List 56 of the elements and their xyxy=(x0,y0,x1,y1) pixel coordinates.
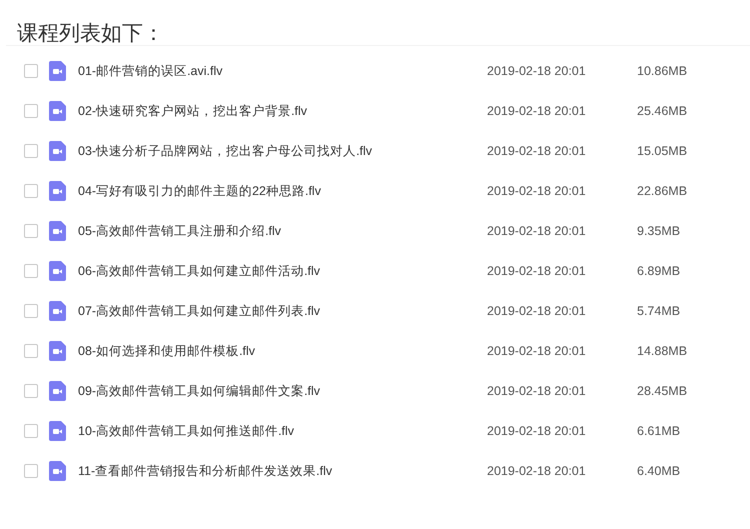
checkbox[interactable] xyxy=(24,64,38,78)
file-size: 6.61MB xyxy=(637,424,680,438)
modified-date: 2019-02-18 20:01 xyxy=(487,64,587,78)
file-name: 02-快速研究客户网站，挖出客户背景.flv xyxy=(78,102,308,120)
checkbox[interactable] xyxy=(24,344,38,358)
video-file-icon xyxy=(49,421,66,441)
video-file-icon xyxy=(49,341,66,361)
file-name: 01-邮件营销的误区.avi.flv xyxy=(78,62,224,80)
video-file-icon xyxy=(49,61,66,81)
video-file-icon xyxy=(49,301,66,321)
file-size: 10.86MB xyxy=(637,64,688,78)
modified-date: 2019-02-18 20:01 xyxy=(487,464,587,478)
video-file-icon xyxy=(49,101,66,121)
file-name: 11-查看邮件营销报告和分析邮件发送效果.flv xyxy=(78,462,334,480)
video-file-icon xyxy=(49,181,66,201)
checkbox[interactable] xyxy=(24,104,38,118)
checkbox[interactable] xyxy=(24,224,38,238)
file-size: 25.46MB xyxy=(637,104,688,118)
modified-date: 2019-02-18 20:01 xyxy=(487,104,587,118)
checkbox[interactable] xyxy=(24,304,38,318)
modified-date: 2019-02-18 20:01 xyxy=(487,304,587,318)
video-file-icon xyxy=(49,261,66,281)
modified-date: 2019-02-18 20:01 xyxy=(487,384,587,398)
page-heading: 课程列表如下： xyxy=(16,21,165,45)
file-name: 06-高效邮件营销工具如何建立邮件活动.flv xyxy=(78,262,322,280)
checkbox[interactable] xyxy=(24,384,38,398)
file-name: 04-写好有吸引力的邮件主题的22种思路.flv xyxy=(78,182,322,200)
video-file-icon xyxy=(49,141,66,161)
file-size: 9.35MB xyxy=(637,224,680,238)
file-name: 08-如何选择和使用邮件模板.flv xyxy=(78,342,256,360)
modified-date: 2019-02-18 20:01 xyxy=(487,144,587,158)
checkbox[interactable] xyxy=(24,264,38,278)
file-name: 10-高效邮件营销工具如何推送邮件.flv xyxy=(78,422,296,440)
checkbox[interactable] xyxy=(24,184,38,198)
checkbox[interactable] xyxy=(24,464,38,478)
file-size: 6.40MB xyxy=(637,464,680,478)
checkbox[interactable] xyxy=(24,424,38,438)
file-name: 05-高效邮件营销工具注册和介绍.flv xyxy=(78,222,282,240)
file-name: 07-高效邮件营销工具如何建立邮件列表.flv xyxy=(78,302,322,320)
file-size: 14.88MB xyxy=(637,344,688,358)
video-file-icon xyxy=(49,381,66,401)
modified-date: 2019-02-18 20:01 xyxy=(487,344,587,358)
file-name: 03-快速分析子品牌网站，挖出客户母公司找对人.flv xyxy=(78,142,374,160)
modified-date: 2019-02-18 20:01 xyxy=(487,424,587,438)
video-file-icon xyxy=(49,461,66,481)
file-size: 22.86MB xyxy=(637,184,688,198)
video-file-icon xyxy=(49,221,66,241)
checkbox[interactable] xyxy=(24,144,38,158)
modified-date: 2019-02-18 20:01 xyxy=(487,224,587,238)
file-name: 09-高效邮件营销工具如何编辑邮件文案.flv xyxy=(78,382,322,400)
file-size: 28.45MB xyxy=(637,384,688,398)
modified-date: 2019-02-18 20:01 xyxy=(487,264,587,278)
file-size: 15.05MB xyxy=(637,144,688,158)
file-size: 5.74MB xyxy=(637,304,680,318)
file-size: 6.89MB xyxy=(637,264,680,278)
modified-date: 2019-02-18 20:01 xyxy=(487,184,587,198)
